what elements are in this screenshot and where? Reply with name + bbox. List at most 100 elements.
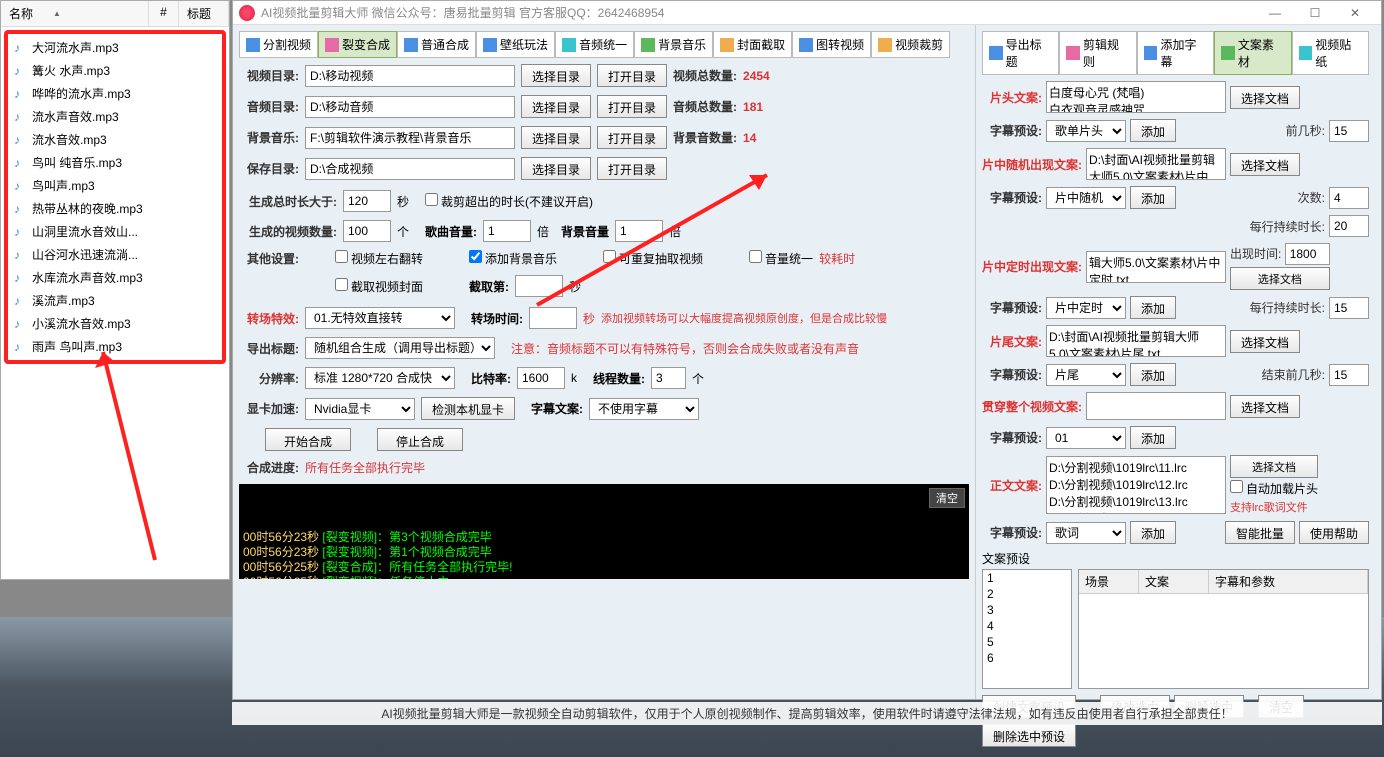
preset5-add-button[interactable]: 添加 [1130,426,1176,449]
tab-分割视频[interactable]: 分割视频 [239,31,318,58]
tab-导出标题[interactable]: 导出标题 [982,31,1059,75]
head-text-input[interactable]: 白度母心咒 (梵唱) 白衣观音灵感神咒 [1046,81,1226,113]
preset4-select[interactable]: 片尾 [1046,364,1126,386]
transition-select[interactable]: 01.无特效直接转 [305,307,455,329]
preset3-add-button[interactable]: 添加 [1130,296,1176,319]
save-dir-choose-button[interactable]: 选择目录 [521,157,591,180]
tab-图转视频[interactable]: 图转视频 [792,31,871,58]
preset-item[interactable]: 6 [983,650,1071,666]
video-dir-choose-button[interactable]: 选择目录 [521,64,591,87]
list-item[interactable]: D:\分割视频\1019lrc\12.lrc [1049,476,1223,493]
preset5-select[interactable]: 01 [1046,427,1126,449]
mid-rand-input[interactable]: D:\封面\AI视频批量剪辑大师5.0\文案素材\片中 [1086,148,1226,180]
tab-视频贴纸[interactable]: 视频贴纸 [1292,31,1369,75]
tab-壁纸玩法[interactable]: 壁纸玩法 [476,31,555,58]
tab-背景音乐[interactable]: 背景音乐 [634,31,713,58]
preset-list[interactable]: 123456 [982,569,1072,689]
file-item[interactable]: 热带丛林的夜晚.mp3 [10,197,220,220]
each-dur-input2[interactable] [1329,297,1369,319]
transition-time-input[interactable] [529,307,577,329]
file-item[interactable]: 鸟叫 纯音乐.mp3 [10,151,220,174]
preset2-add-button[interactable]: 添加 [1130,186,1176,209]
tail-text-input[interactable]: D:\封面\AI视频批量剪辑大师5.0\文案素材\片尾.txt [1046,325,1226,357]
auto-load-checkbox[interactable]: 自动加载片头 [1230,480,1318,497]
file-item[interactable]: 小溪流水音效.mp3 [10,312,220,335]
cover-checkbox[interactable]: 截取视频封面 [335,278,423,295]
resolution-select[interactable]: 标准 1280*720 合成快 [305,367,455,389]
body-text-list[interactable]: D:\分割视频\1019lrc\11.lrcD:\分割视频\1019lrc\12… [1046,456,1226,514]
preset-item[interactable]: 4 [983,618,1071,634]
cover-frame-input[interactable] [515,275,563,297]
preset2-select[interactable]: 片中随机 [1046,187,1126,209]
column-title[interactable]: 标题 [179,1,229,26]
count-input[interactable] [1329,187,1369,209]
gpu-select[interactable]: Nvidia显卡 [305,398,415,420]
body-choose-button[interactable]: 选择文档 [1230,455,1318,478]
audio-dir-open-button[interactable]: 打开目录 [597,95,667,118]
preset-item[interactable]: 3 [983,602,1071,618]
preset1-select[interactable]: 歌单片头 [1046,120,1126,142]
list-item[interactable]: D:\分割视频\1019lrc\14.lrc [1049,510,1223,514]
file-item[interactable]: 大河流水声.mp3 [10,36,220,59]
column-name[interactable]: 名称▲ [1,1,149,26]
gen-count-input[interactable] [343,220,391,242]
save-dir-input[interactable] [305,158,515,180]
video-dir-open-button[interactable]: 打开目录 [597,64,667,87]
list-item[interactable]: D:\分割视频\1019lrc\11.lrc [1049,459,1223,476]
file-item[interactable]: 流水音效.mp3 [10,128,220,151]
column-hash[interactable]: # [149,1,179,26]
file-item[interactable]: 山谷河水迅速流淌... [10,243,220,266]
maximize-button[interactable]: ☐ [1295,2,1335,24]
help-button[interactable]: 使用帮助 [1299,521,1369,544]
close-button[interactable]: ✕ [1335,2,1375,24]
preset3-select[interactable]: 片中定时 [1046,297,1126,319]
preset4-add-button[interactable]: 添加 [1130,363,1176,386]
song-vol-input[interactable] [483,220,531,242]
file-item[interactable]: 雨声 鸟叫声.mp3 [10,335,220,358]
repeat-checkbox[interactable]: 可重复抽取视频 [603,250,703,267]
tail-choose-button[interactable]: 选择文档 [1230,330,1300,353]
preset-item[interactable]: 1 [983,570,1071,586]
bgm-dir-input[interactable] [305,127,515,149]
preset-item[interactable]: 5 [983,634,1071,650]
delete-preset-button[interactable]: 删除选中预设 [982,724,1076,747]
video-dir-input[interactable] [305,65,515,87]
stop-button[interactable]: 停止合成 [377,428,463,451]
file-item[interactable]: 溪流声.mp3 [10,289,220,312]
appear-input[interactable] [1285,243,1330,265]
audio-dir-input[interactable] [305,96,515,118]
bg-vol-input[interactable] [615,220,663,242]
minimize-button[interactable]: — [1255,2,1295,24]
audio-dir-choose-button[interactable]: 选择目录 [521,95,591,118]
volume-checkbox[interactable]: 音量统一 [749,250,813,267]
crop-over-checkbox[interactable]: 裁剪超出的时长(不建议开启) [425,193,593,210]
log-clear-button[interactable]: 清空 [929,488,965,508]
bitrate-input[interactable] [517,367,565,389]
end-sec-input[interactable] [1329,364,1369,386]
each-dur-input[interactable] [1329,215,1369,237]
file-item[interactable]: 哗哗的流水声.mp3 [10,82,220,105]
tab-普通合成[interactable]: 普通合成 [397,31,476,58]
cross-choose-button[interactable]: 选择文档 [1230,395,1300,418]
title-export-select[interactable]: 随机组合生成（调用导出标题） [305,337,495,359]
mid-rand-choose-button[interactable]: 选择文档 [1230,153,1300,176]
front-sec-input[interactable] [1329,120,1369,142]
file-item[interactable]: 山洞里流水音效山... [10,220,220,243]
file-item[interactable]: 篝火 水声.mp3 [10,59,220,82]
tab-视频裁剪[interactable]: 视频裁剪 [871,31,950,58]
subtitle-select[interactable]: 不使用字幕 [589,398,699,420]
preset-item[interactable]: 2 [983,586,1071,602]
tab-封面截取[interactable]: 封面截取 [713,31,792,58]
tab-文案素材[interactable]: 文案素材 [1214,31,1291,75]
tab-添加字幕[interactable]: 添加字幕 [1137,31,1214,75]
tab-音频统一[interactable]: 音频统一 [555,31,634,58]
head-choose-button[interactable]: 选择文档 [1230,86,1300,109]
list-item[interactable]: D:\分割视频\1019lrc\13.lrc [1049,493,1223,510]
flip-checkbox[interactable]: 视频左右翻转 [335,250,423,267]
threads-input[interactable] [651,367,686,389]
tab-裂变合成[interactable]: 裂变合成 [318,31,397,58]
gen-time-input[interactable] [343,190,391,212]
add-bgm-checkbox[interactable]: 添加背景音乐 [469,250,557,267]
preset6-select[interactable]: 歌词 [1046,522,1126,544]
start-button[interactable]: 开始合成 [265,428,351,451]
